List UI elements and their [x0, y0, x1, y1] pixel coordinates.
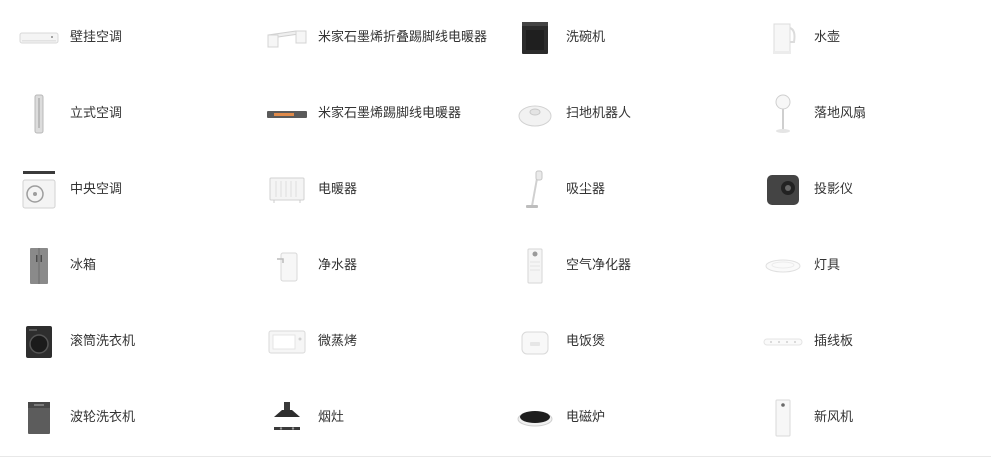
refrigerator-icon	[18, 245, 60, 287]
dishwasher-icon	[514, 17, 556, 59]
category-item-folding-baseboard-heater[interactable]: 米家石墨烯折叠踢脚线电暖器	[248, 0, 496, 76]
range-hood-stove-icon	[266, 397, 308, 439]
category-label: 米家石墨烯折叠踢脚线电暖器	[318, 30, 488, 45]
category-label: 吸尘器	[566, 182, 606, 197]
category-item-air-purifier[interactable]: 空气净化器	[496, 228, 744, 304]
air-purifier-icon	[514, 245, 556, 287]
ceiling-light-icon	[762, 245, 804, 287]
category-item-projector[interactable]: 投影仪	[744, 152, 991, 228]
standing-ac-icon	[18, 93, 60, 135]
power-strip-icon	[762, 321, 804, 363]
category-label: 空气净化器	[566, 258, 632, 273]
category-label: 烟灶	[318, 410, 345, 425]
category-label: 波轮洗衣机	[70, 410, 136, 425]
folding-baseboard-heater-icon	[266, 17, 308, 59]
steam-oven-icon	[266, 321, 308, 363]
top-load-washer-icon	[18, 397, 60, 439]
category-item-floor-fan[interactable]: 落地风扇	[744, 76, 991, 152]
category-label: 灯具	[814, 258, 841, 273]
category-label: 壁挂空调	[70, 30, 123, 45]
front-load-washer-icon	[18, 321, 60, 363]
category-label: 水壶	[814, 30, 841, 45]
category-label: 扫地机器人	[566, 106, 632, 121]
category-label: 新风机	[814, 410, 854, 425]
category-label: 微蒸烤	[318, 334, 358, 349]
category-label: 落地风扇	[814, 106, 867, 121]
kettle-icon	[762, 17, 804, 59]
category-label: 电磁炉	[566, 410, 606, 425]
category-item-standing-ac[interactable]: 立式空调	[0, 76, 248, 152]
category-item-water-purifier[interactable]: 净水器	[248, 228, 496, 304]
category-item-heater[interactable]: 电暖器	[248, 152, 496, 228]
category-item-robot-vacuum[interactable]: 扫地机器人	[496, 76, 744, 152]
category-item-steam-oven[interactable]: 微蒸烤	[248, 304, 496, 380]
category-item-induction-cooker[interactable]: 电磁炉	[496, 380, 744, 456]
category-label: 米家石墨烯踢脚线电暖器	[318, 106, 462, 121]
rice-cooker-icon	[514, 321, 556, 363]
category-item-central-ac[interactable]: 中央空调	[0, 152, 248, 228]
category-label: 洗碗机	[566, 30, 606, 45]
category-label: 净水器	[318, 258, 358, 273]
category-item-kettle[interactable]: 水壶	[744, 0, 991, 76]
category-item-top-load-washer[interactable]: 波轮洗衣机	[0, 380, 248, 456]
category-item-fresh-air-system[interactable]: 新风机	[744, 380, 991, 456]
heater-icon	[266, 169, 308, 211]
category-item-baseboard-heater[interactable]: 米家石墨烯踢脚线电暖器	[248, 76, 496, 152]
category-label: 电暖器	[318, 182, 358, 197]
bottom-divider	[0, 456, 991, 457]
central-ac-icon	[18, 169, 60, 211]
category-label: 中央空调	[70, 182, 123, 197]
projector-icon	[762, 169, 804, 211]
category-item-power-strip[interactable]: 插线板	[744, 304, 991, 380]
category-item-vacuum-cleaner[interactable]: 吸尘器	[496, 152, 744, 228]
product-category-grid: 壁挂空调 米家石墨烯折叠踢脚线电暖器 洗碗机 水壶 立式空调 米家石墨烯踢脚线电…	[0, 0, 991, 457]
category-label: 滚筒洗衣机	[70, 334, 136, 349]
category-item-wall-ac[interactable]: 壁挂空调	[0, 0, 248, 76]
vacuum-cleaner-icon	[514, 169, 556, 211]
category-item-front-load-washer[interactable]: 滚筒洗衣机	[0, 304, 248, 380]
category-item-dishwasher[interactable]: 洗碗机	[496, 0, 744, 76]
category-item-rice-cooker[interactable]: 电饭煲	[496, 304, 744, 380]
category-label: 冰箱	[70, 258, 97, 273]
category-item-range-hood-stove[interactable]: 烟灶	[248, 380, 496, 456]
category-label: 插线板	[814, 334, 854, 349]
category-label: 立式空调	[70, 106, 123, 121]
category-item-ceiling-light[interactable]: 灯具	[744, 228, 991, 304]
floor-fan-icon	[762, 93, 804, 135]
wall-ac-icon	[18, 17, 60, 59]
category-label: 投影仪	[814, 182, 854, 197]
fresh-air-system-icon	[762, 397, 804, 439]
robot-vacuum-icon	[514, 93, 556, 135]
baseboard-heater-icon	[266, 93, 308, 135]
induction-cooker-icon	[514, 397, 556, 439]
category-item-refrigerator[interactable]: 冰箱	[0, 228, 248, 304]
category-label: 电饭煲	[566, 334, 606, 349]
water-purifier-icon	[266, 245, 308, 287]
